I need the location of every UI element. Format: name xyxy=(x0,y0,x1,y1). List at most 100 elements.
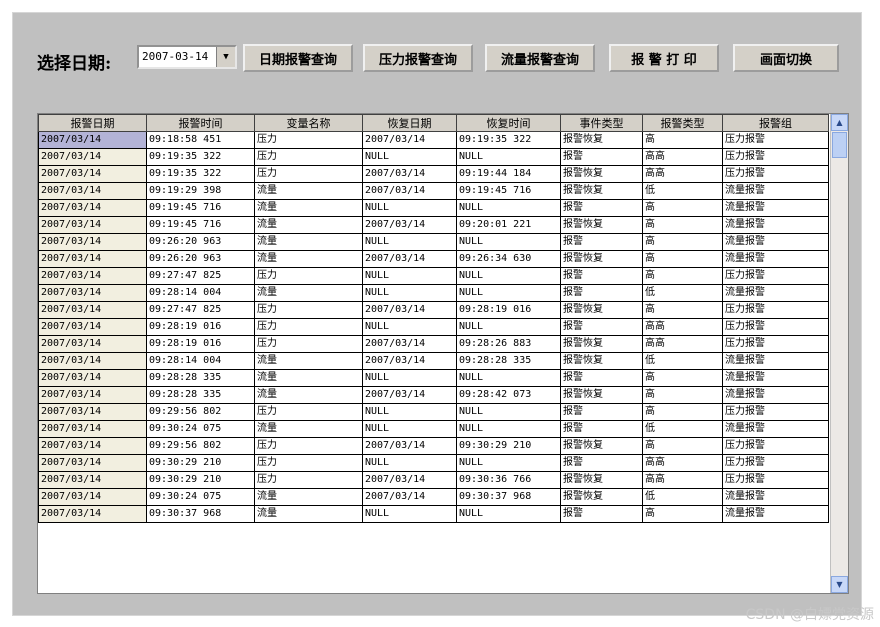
cell-alarm-time: 09:30:24 075 xyxy=(146,488,255,506)
table-row[interactable]: 2007/03/14 09:18:58 451 压力 2007/03/14 09:19:… xyxy=(38,131,829,149)
table-row[interactable]: 2007/03/14 09:28:28 335 流量 2007/03/14 09:28:… xyxy=(38,386,829,404)
table-row[interactable]: 2007/03/14 09:28:19 016 压力 2007/03/14 09:28:… xyxy=(38,335,829,353)
cell-event-type: 报警恢复 xyxy=(560,471,643,489)
table-row[interactable]: 2007/03/14 09:19:29 398 流量 2007/03/14 09:19:… xyxy=(38,182,829,200)
cell-alarm-date: 2007/03/14 xyxy=(38,488,147,506)
scroll-thumb[interactable] xyxy=(832,132,847,158)
table-body: 2007/03/14 09:18:58 451 压力 2007/03/14 09:19:… xyxy=(38,131,829,523)
cell-alarm-time: 09:28:28 335 xyxy=(146,369,255,387)
table-row[interactable]: 2007/03/14 09:19:45 716 流量 NULL NULL 报警高流量报警 xyxy=(38,199,829,217)
date-dropdown[interactable]: 2007-03-14 ▼ xyxy=(137,45,237,69)
cell-recover-time: NULL xyxy=(456,454,561,472)
table-row[interactable]: 2007/03/14 09:27:47 825 压力 NULL NULL 报警高压力报警 xyxy=(38,267,829,285)
cell-variable-name: 压力 xyxy=(254,301,363,319)
cell-alarm-time: 09:28:14 004 xyxy=(146,352,255,370)
cell-recover-time: 09:28:28 335 xyxy=(456,352,561,370)
table-row[interactable]: 2007/03/14 09:30:37 968 流量 NULL NULL 报警高流量报警 xyxy=(38,505,829,523)
table-row[interactable]: 2007/03/14 09:29:56 802 压力 2007/03/14 09:30:… xyxy=(38,437,829,455)
column-header[interactable]: 恢复日期 xyxy=(362,114,457,132)
cell-alarm-time: 09:19:29 398 xyxy=(146,182,255,200)
cell-recover-time: NULL xyxy=(456,267,561,285)
cell-alarm-group: 流量报警 xyxy=(722,284,829,302)
cell-recover-date: NULL xyxy=(362,284,457,302)
cell-recover-time: 09:26:34 630 xyxy=(456,250,561,268)
cell-variable-name: 流量 xyxy=(254,369,363,387)
cell-recover-time: NULL xyxy=(456,403,561,421)
cell-alarm-time: 09:29:56 802 xyxy=(146,403,255,421)
cell-alarm-date: 2007/03/14 xyxy=(38,131,147,149)
table-row[interactable]: 2007/03/14 09:27:47 825 压力 2007/03/14 09:28:… xyxy=(38,301,829,319)
cell-alarm-type: 高 xyxy=(642,505,723,523)
scroll-down-icon[interactable]: ▼ xyxy=(831,576,848,593)
cell-alarm-date: 2007/03/14 xyxy=(38,454,147,472)
column-header[interactable]: 事件类型 xyxy=(560,114,643,132)
table-row[interactable]: 2007/03/14 09:30:29 210 压力 2007/03/14 09:30:… xyxy=(38,471,829,489)
table-row[interactable]: 2007/03/14 09:30:29 210 压力 NULL NULL 报警 高高 压力报警 xyxy=(38,454,829,472)
cell-alarm-type: 高高 xyxy=(642,471,723,489)
table-row[interactable]: 2007/03/14 09:28:19 016 压力 NULL NULL 报警 高高 压力报警 xyxy=(38,318,829,336)
cell-alarm-group: 流量报警 xyxy=(722,182,829,200)
cell-alarm-date: 2007/03/14 xyxy=(38,250,147,268)
table-row[interactable]: 2007/03/14 09:19:35 322 压力 NULL NULL 报警 高高 压力报警 xyxy=(38,148,829,166)
cell-alarm-date: 2007/03/14 xyxy=(38,386,147,404)
cell-alarm-group: 流量报警 xyxy=(722,233,829,251)
cell-alarm-type: 高 xyxy=(642,267,723,285)
cell-recover-time: NULL xyxy=(456,284,561,302)
scroll-up-icon[interactable]: ▲ xyxy=(831,114,848,131)
cell-alarm-date: 2007/03/14 xyxy=(38,471,147,489)
cell-variable-name: 压力 xyxy=(254,454,363,472)
table-row[interactable]: 2007/03/14 09:30:24 075 流量 2007/03/14 09:30:… xyxy=(38,488,829,506)
cell-variable-name: 流量 xyxy=(254,386,363,404)
table-row[interactable]: 2007/03/14 09:28:14 004 流量 NULL NULL 报警低流量报警 xyxy=(38,284,829,302)
cell-alarm-group: 流量报警 xyxy=(722,250,829,268)
dropdown-arrow-icon[interactable]: ▼ xyxy=(216,47,235,67)
cell-alarm-time: 09:29:56 802 xyxy=(146,437,255,455)
table-row[interactable]: 2007/03/14 09:29:56 802 压力 NULL NULL 报警高压力报警 xyxy=(38,403,829,421)
cell-recover-date: NULL xyxy=(362,199,457,217)
column-header[interactable]: 变量名称 xyxy=(254,114,363,132)
cell-alarm-date: 2007/03/14 xyxy=(38,318,147,336)
table-row[interactable]: 2007/03/14 09:28:28 335 流量 NULL NULL 报警高流量报警 xyxy=(38,369,829,387)
cell-alarm-time: 09:27:47 825 xyxy=(146,267,255,285)
cell-variable-name: 流量 xyxy=(254,352,363,370)
cell-alarm-type: 高 xyxy=(642,199,723,217)
date-alarm-query-button[interactable]: 日期报警查询 xyxy=(243,44,353,72)
column-header[interactable]: 报警类型 xyxy=(642,114,723,132)
cell-recover-date: 2007/03/14 xyxy=(362,250,457,268)
cell-alarm-date: 2007/03/14 xyxy=(38,148,147,166)
alarm-print-button[interactable]: 报 警 打 印 xyxy=(609,44,719,72)
vertical-scrollbar[interactable]: ▲ ▼ xyxy=(830,114,848,593)
cell-recover-date: 2007/03/14 xyxy=(362,335,457,353)
cell-alarm-group: 压力报警 xyxy=(722,165,829,183)
cell-recover-date: 2007/03/14 xyxy=(362,471,457,489)
cell-recover-date: NULL xyxy=(362,318,457,336)
column-header[interactable]: 恢复时间 xyxy=(456,114,561,132)
flow-alarm-query-button[interactable]: 流量报警查询 xyxy=(485,44,595,72)
cell-alarm-date: 2007/03/14 xyxy=(38,505,147,523)
cell-alarm-time: 09:19:35 322 xyxy=(146,148,255,166)
column-header[interactable]: 报警时间 xyxy=(146,114,255,132)
cell-variable-name: 压力 xyxy=(254,148,363,166)
screen-switch-button[interactable]: 画面切换 xyxy=(733,44,839,72)
cell-alarm-type: 高 xyxy=(642,233,723,251)
table-row[interactable]: 2007/03/14 09:19:45 716 流量 2007/03/14 09:20:… xyxy=(38,216,829,234)
cell-variable-name: 压力 xyxy=(254,403,363,421)
cell-event-type: 报警恢复 xyxy=(560,301,643,319)
table-row[interactable]: 2007/03/14 09:19:35 322 压力 2007/03/14 09:19:… xyxy=(38,165,829,183)
column-header[interactable]: 报警组 xyxy=(722,114,829,132)
table-row[interactable]: 2007/03/14 09:26:20 963 流量 2007/03/14 09:26:… xyxy=(38,250,829,268)
cell-event-type: 报警恢复 xyxy=(560,488,643,506)
table-row[interactable]: 2007/03/14 09:28:14 004 流量 2007/03/14 09:28:… xyxy=(38,352,829,370)
cell-alarm-date: 2007/03/14 xyxy=(38,403,147,421)
cell-recover-date: 2007/03/14 xyxy=(362,437,457,455)
column-header[interactable]: 报警日期 xyxy=(38,114,147,132)
cell-variable-name: 流量 xyxy=(254,182,363,200)
cell-event-type: 报警恢复 xyxy=(560,250,643,268)
cell-variable-name: 流量 xyxy=(254,420,363,438)
table-row[interactable]: 2007/03/14 09:30:24 075 流量 NULL NULL 报警低流量报警 xyxy=(38,420,829,438)
pressure-alarm-query-button[interactable]: 压力报警查询 xyxy=(363,44,473,72)
cell-variable-name: 压力 xyxy=(254,165,363,183)
cell-event-type: 报警 xyxy=(560,318,643,336)
cell-alarm-type: 高 xyxy=(642,437,723,455)
table-row[interactable]: 2007/03/14 09:26:20 963 流量 NULL NULL 报警高流量报警 xyxy=(38,233,829,251)
